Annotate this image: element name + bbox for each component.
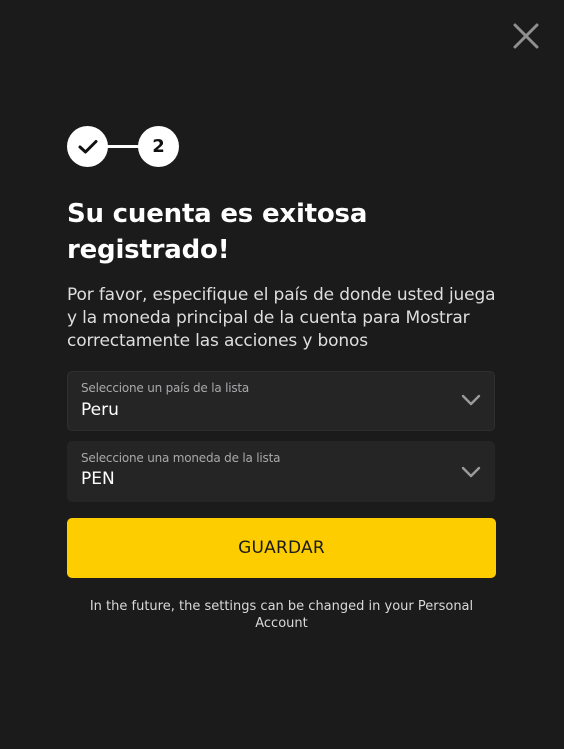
country-select-value: Peru bbox=[81, 400, 119, 420]
checkmark-icon bbox=[78, 139, 97, 153]
dialog-title: Su cuenta es exitosa registrado! bbox=[67, 199, 368, 265]
step-2-current: 2 bbox=[138, 126, 179, 167]
close-icon[interactable] bbox=[510, 20, 542, 52]
settings-note: In the future, the settings can be chang… bbox=[89, 599, 474, 631]
currency-select-value: PEN bbox=[81, 469, 115, 489]
country-select-label: Seleccione un país de la lista bbox=[81, 381, 250, 395]
step-connector bbox=[107, 145, 139, 148]
country-select[interactable]: Seleccione un país de la lista Peru bbox=[67, 371, 495, 431]
chevron-down-icon bbox=[461, 466, 481, 478]
save-button[interactable]: GUARDAR bbox=[67, 518, 496, 578]
step-2-label: 2 bbox=[152, 136, 165, 157]
chevron-down-icon bbox=[461, 394, 481, 406]
step-indicator: 2 bbox=[67, 126, 179, 168]
currency-select[interactable]: Seleccione una moneda de la lista PEN bbox=[67, 441, 495, 502]
step-1-complete bbox=[67, 126, 108, 167]
dialog-description: Por favor, especifique el país de donde … bbox=[67, 285, 496, 351]
currency-select-label: Seleccione una moneda de la lista bbox=[81, 451, 281, 465]
